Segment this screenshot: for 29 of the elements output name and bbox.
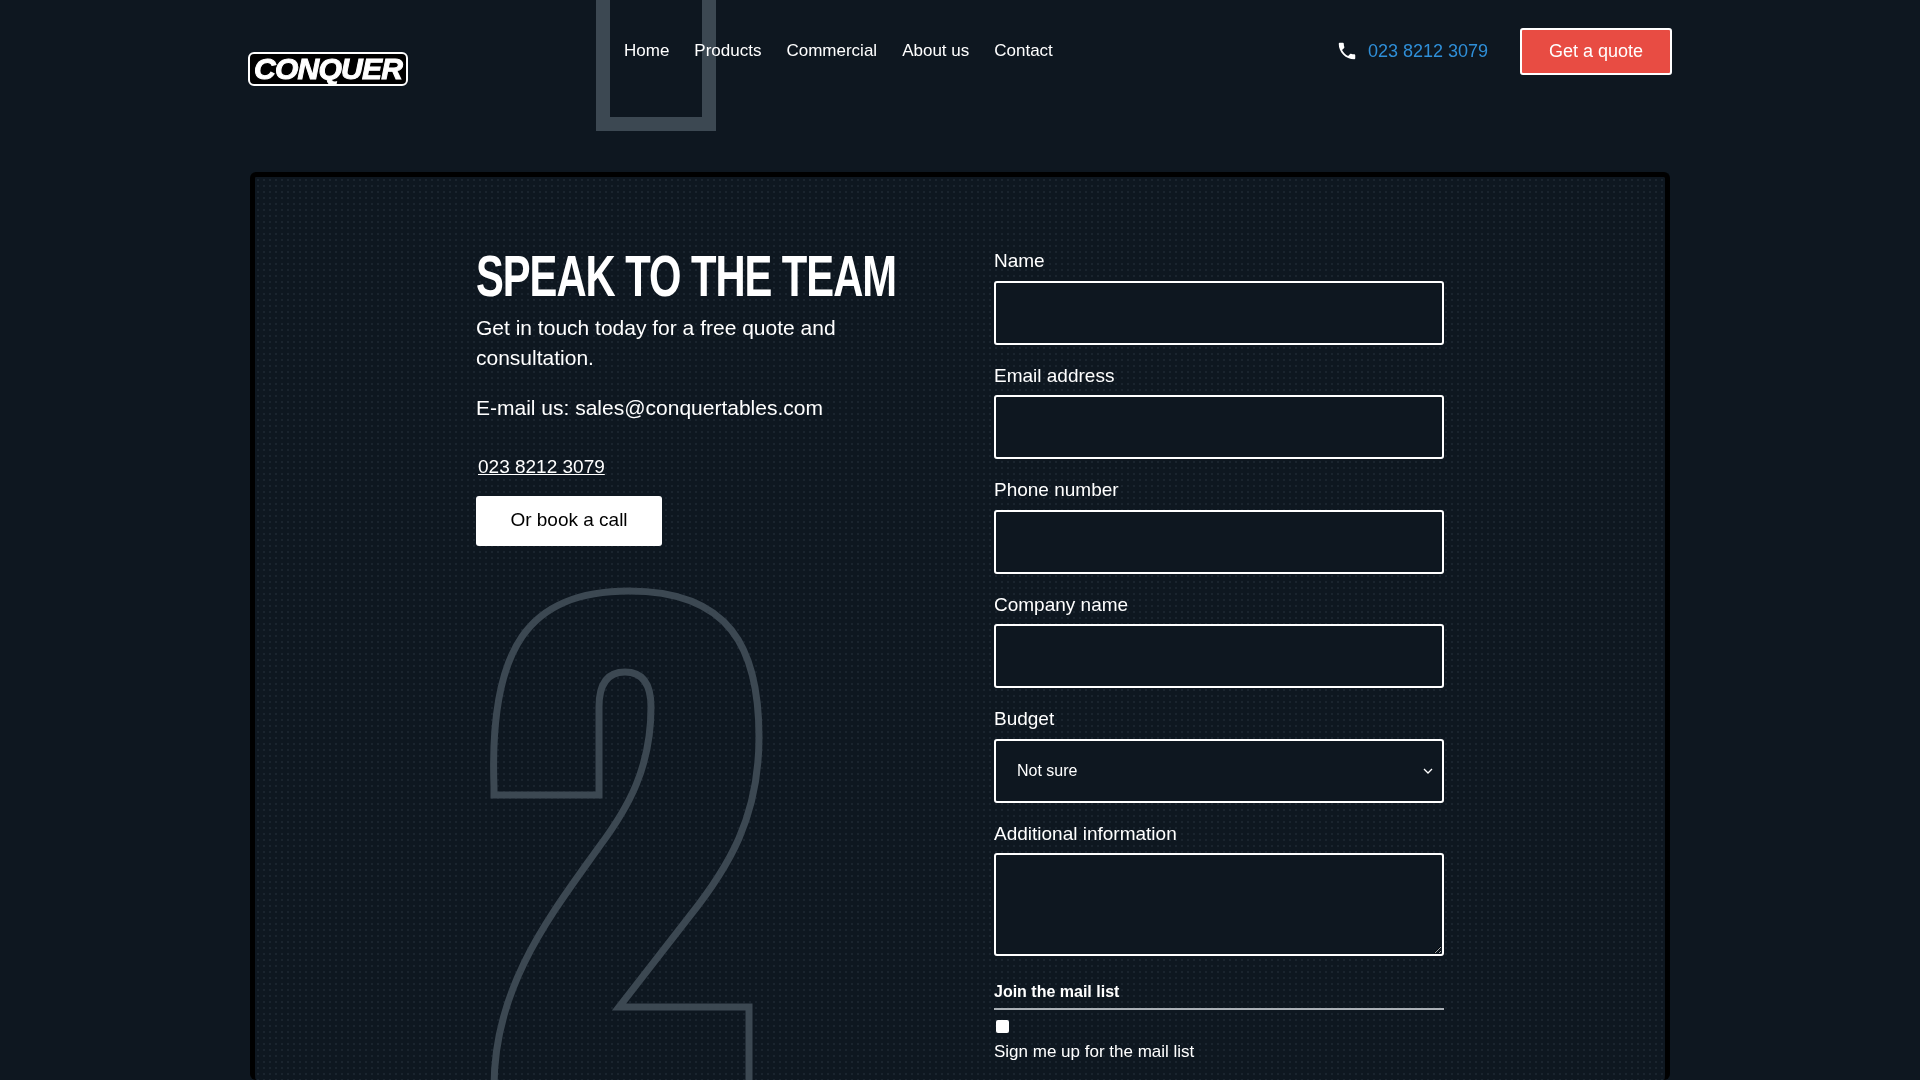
chevron-down-icon bbox=[1423, 767, 1433, 774]
field-label: Budget bbox=[994, 707, 1056, 731]
checkbox-label: Sign me up for the mail list bbox=[994, 1041, 1196, 1063]
phone-link[interactable]: 023 8212 3079 bbox=[478, 453, 605, 482]
input-field[interactable] bbox=[994, 280, 1444, 345]
budget-select[interactable]: Not sure bbox=[994, 738, 1444, 803]
nav-link[interactable]: Commercial bbox=[786, 38, 878, 64]
nav-link[interactable]: Home bbox=[624, 38, 670, 64]
nav-link[interactable]: About us bbox=[902, 38, 970, 64]
field-label: Phone number bbox=[994, 478, 1120, 502]
get-quote-button[interactable]: Get a quote bbox=[1520, 27, 1672, 75]
nav-link[interactable]: Contact bbox=[994, 38, 1053, 64]
section-heading: SPEAK TO THE TEAM bbox=[476, 247, 896, 305]
nav-link[interactable]: Products bbox=[694, 38, 762, 64]
book-call-button[interactable]: Or book a call bbox=[476, 495, 662, 546]
field-label: Additional information bbox=[994, 821, 1178, 846]
intro-text: Get in touch today for a free quote and consultation. bbox=[476, 315, 837, 371]
input-field[interactable] bbox=[994, 395, 1444, 459]
logo[interactable]: CONQUER bbox=[248, 52, 409, 86]
textarea-field[interactable] bbox=[994, 853, 1444, 956]
phone-link[interactable]: 023 8212 3079 bbox=[1367, 37, 1488, 65]
email-text: E-mail us: sales@conquertables.com bbox=[476, 395, 824, 421]
field-label: Name bbox=[994, 249, 1046, 273]
field-label: Email address bbox=[994, 363, 1116, 388]
field-label: Company name bbox=[994, 592, 1130, 617]
input-field[interactable] bbox=[994, 509, 1444, 574]
checkbox[interactable] bbox=[996, 1020, 1009, 1033]
mail-list-heading: Join the mail list bbox=[994, 980, 1444, 1010]
input-field[interactable] bbox=[994, 624, 1444, 688]
